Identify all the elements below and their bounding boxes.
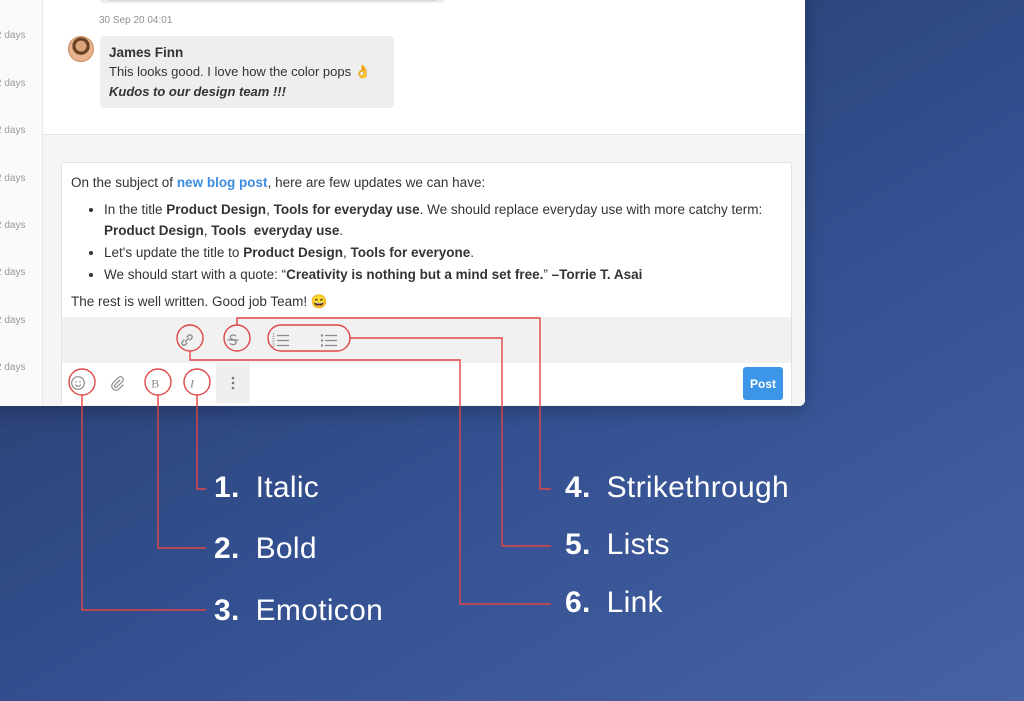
emoticon-icon[interactable] <box>65 370 91 396</box>
conversation-list: 2 days 2 days 2 days 2 days 2 days 2 day… <box>0 0 43 406</box>
bold-text: Product Design <box>104 222 204 238</box>
svg-text:3: 3 <box>272 343 275 348</box>
bold-text: Product Design <box>243 244 343 260</box>
day-label: 2 days <box>0 220 26 231</box>
message-text-bold: Kudos to our design team !!! <box>109 84 286 99</box>
bold-text: Tools everyday use <box>211 222 340 238</box>
callout-italic: 1. Italic <box>214 471 320 504</box>
day-label: 2 days <box>0 362 26 373</box>
previous-message-bubble <box>100 0 445 3</box>
svg-text:I: I <box>189 377 195 391</box>
ordered-list-icon[interactable]: 123 <box>268 327 294 353</box>
bold-text: Product Design <box>166 201 267 217</box>
bold-text: Tools for everyday use <box>273 201 420 217</box>
svg-text:B: B <box>151 377 159 391</box>
list-item: We should start with a quote: “Creativit… <box>104 265 782 286</box>
text: Let's update the title to <box>104 244 244 260</box>
day-label: 2 days <box>0 78 26 89</box>
app-window: 2 days 2 days 2 days 2 days 2 days 2 day… <box>0 0 805 406</box>
callout-link: 6. Link <box>565 586 663 619</box>
list-item: Let's update the title to Product Design… <box>104 243 782 264</box>
callout-lists: 5. Lists <box>565 528 670 561</box>
message-text: This looks good. I love how the color po… <box>109 64 371 79</box>
day-label: 2 days <box>0 125 26 136</box>
day-label: 2 days <box>0 173 26 184</box>
bold-icon[interactable]: B <box>143 370 169 396</box>
editor-paragraph: The rest is well written. Good job Team!… <box>71 293 328 309</box>
bold-text: Tools for everyone <box>350 244 471 260</box>
list-item: In the title Product Design, Tools for e… <box>104 200 782 242</box>
formatting-toolbar-secondary: 123 <box>62 317 791 363</box>
avatar[interactable] <box>68 36 94 62</box>
bullet-list: In the title Product Design, Tools for e… <box>104 200 782 286</box>
callout-emoticon: 3. Emoticon <box>214 594 384 627</box>
callout-strikethrough: 4. Strikethrough <box>565 471 789 504</box>
day-label: 2 days <box>0 315 26 326</box>
callout-bold: 2. Bold <box>214 532 317 565</box>
message-bubble: James Finn This looks good. I love how t… <box>100 36 394 108</box>
text: We should start with a quote: “ <box>104 266 287 282</box>
strikethrough-icon[interactable] <box>220 327 246 353</box>
bold-text: Creativity is nothing but a mind set fre… <box>286 266 544 282</box>
italic-icon[interactable]: I <box>180 370 206 396</box>
more-icon[interactable] <box>216 363 250 403</box>
text: . <box>470 244 475 260</box>
text: On the subject of <box>71 175 177 190</box>
text: ” <box>543 266 552 282</box>
message-timestamp: 30 Sep 20 04:01 <box>99 15 173 26</box>
bullet-list-icon[interactable] <box>316 327 342 353</box>
bold-text: –Torrie T. Asai <box>551 266 643 282</box>
blog-post-link[interactable]: new blog post <box>177 175 268 190</box>
text: In the title <box>104 201 167 217</box>
formatting-toolbar: B I Post <box>62 363 791 405</box>
text: , here are few updates we can have: <box>267 175 486 190</box>
message-author: James Finn <box>109 45 184 60</box>
attachment-icon[interactable] <box>104 370 130 396</box>
editor-content[interactable]: On the subject of new blog post, here ar… <box>62 163 791 313</box>
day-label: 2 days <box>0 267 26 278</box>
link-icon[interactable] <box>174 327 200 353</box>
day-label: 2 days <box>0 30 26 41</box>
text: . We should replace everyday use with mo… <box>419 201 763 217</box>
text: , <box>266 201 274 217</box>
text: . <box>339 222 344 238</box>
editor-paragraph: On the subject of new blog post, here ar… <box>71 173 782 194</box>
message-editor[interactable]: On the subject of new blog post, here ar… <box>61 162 792 405</box>
post-button[interactable]: Post <box>743 367 783 400</box>
